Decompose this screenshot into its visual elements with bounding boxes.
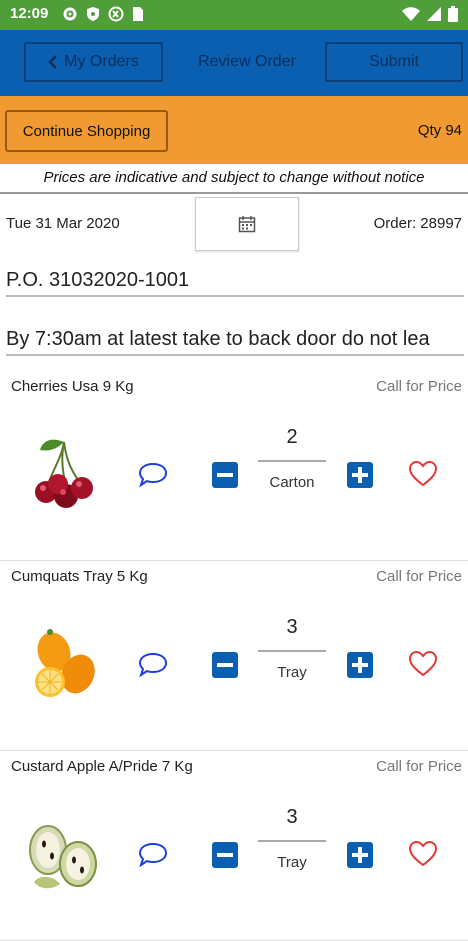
quantity-unit: Tray — [277, 854, 307, 871]
page-title: Review Order — [198, 53, 296, 70]
shield-icon — [87, 7, 99, 21]
status-system-icons — [402, 6, 458, 22]
comment-icon[interactable] — [138, 652, 168, 678]
increase-quantity-button[interactable] — [347, 842, 373, 868]
battery-icon — [448, 6, 458, 22]
quantity-value[interactable]: 3 — [258, 806, 326, 829]
shopping-bar: Continue Shopping Qty 94 — [0, 96, 468, 164]
quantity-value[interactable]: 2 — [258, 426, 326, 449]
circle-r-icon — [108, 6, 124, 22]
product-item: Cumquats Tray 5 Kg Call for Price 3 Tray — [0, 560, 468, 751]
cumquats-image — [35, 629, 95, 697]
quantity-underline — [258, 650, 326, 652]
product-name: Cumquats Tray 5 Kg — [11, 568, 148, 585]
order-number: Order: 28997 — [373, 215, 462, 232]
quantity-underline — [258, 840, 326, 842]
cherries-image — [35, 439, 93, 508]
status-time: 12:09 — [10, 5, 49, 22]
quantity-value[interactable]: 3 — [258, 616, 326, 639]
decrease-quantity-button[interactable] — [212, 842, 238, 868]
product-name: Cherries Usa 9 Kg — [11, 378, 134, 395]
comment-icon[interactable] — [138, 842, 168, 868]
chevron-left-icon — [48, 55, 58, 69]
product-price: Call for Price — [376, 758, 462, 775]
my-orders-label: My Orders — [64, 53, 139, 70]
product-name: Custard Apple A/Pride 7 Kg — [11, 758, 193, 775]
increase-quantity-button[interactable] — [347, 462, 373, 488]
signal-icon — [427, 7, 441, 21]
status-notification-icons — [62, 6, 144, 22]
calendar-button[interactable] — [195, 197, 299, 251]
po-number-field[interactable]: P.O. 31032020-1001 — [6, 265, 464, 297]
total-quantity: Qty 94 — [417, 122, 462, 139]
quantity-unit: Carton — [269, 474, 315, 491]
decrease-quantity-button[interactable] — [212, 462, 238, 488]
increase-quantity-button[interactable] — [347, 652, 373, 678]
order-date: Tue 31 Mar 2020 — [6, 215, 120, 232]
submit-button[interactable]: Submit — [325, 42, 463, 82]
product-price: Call for Price — [376, 568, 462, 585]
custard-apple-image — [29, 825, 97, 889]
app-bar: My Orders Review Order Submit — [0, 30, 468, 96]
continue-shopping-button[interactable]: Continue Shopping — [5, 110, 168, 152]
heart-icon[interactable] — [408, 460, 438, 488]
product-item: Cherries Usa 9 Kg Call for Price 2 Carto… — [0, 370, 468, 561]
price-notice: Prices are indicative and subject to cha… — [0, 166, 468, 194]
comment-icon[interactable] — [138, 462, 168, 488]
product-item: Custard Apple A/Pride 7 Kg Call for Pric… — [0, 750, 468, 941]
product-price: Call for Price — [376, 378, 462, 395]
wifi-icon — [402, 7, 420, 21]
heart-icon[interactable] — [408, 840, 438, 868]
quantity-unit: Tray — [277, 664, 307, 681]
settings-icon — [63, 7, 77, 21]
status-bar: 12:09 — [0, 0, 468, 30]
quantity-underline — [258, 460, 326, 462]
decrease-quantity-button[interactable] — [212, 652, 238, 678]
calendar-icon — [238, 216, 256, 233]
heart-icon[interactable] — [408, 650, 438, 678]
sim-card-icon — [133, 7, 143, 21]
my-orders-button[interactable]: My Orders — [24, 42, 163, 82]
delivery-instructions-field[interactable]: By 7:30am at latest take to back door do… — [6, 324, 464, 356]
